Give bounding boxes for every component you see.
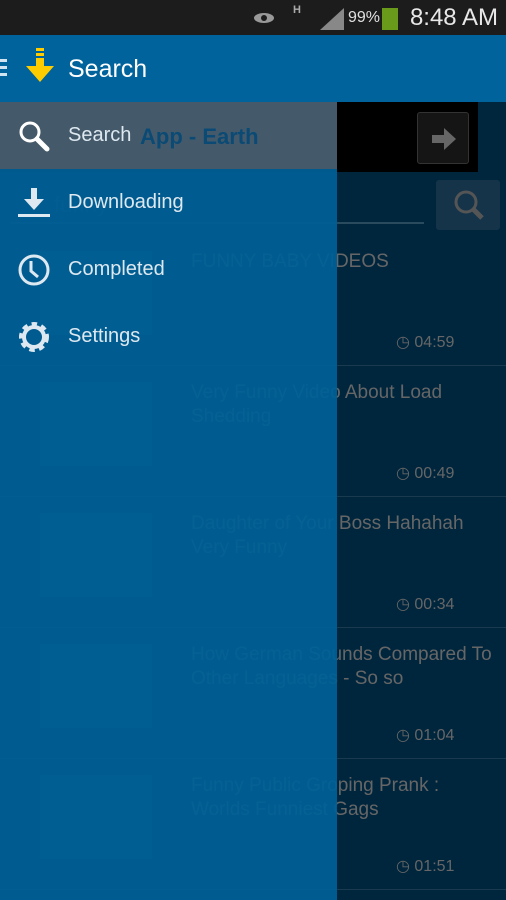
search-icon [454,190,484,220]
arrow-right-icon [432,128,456,150]
drawer-item-settings[interactable]: Settings [0,303,337,370]
go-button[interactable] [417,112,469,164]
video-duration: ◷ 01:51 [396,858,455,875]
navigation-drawer: Search Downloading Completed Settings [0,102,337,900]
video-duration: ◷ 04:59 [396,334,455,351]
app-bar: Search [0,35,506,102]
video-duration: ◷ 01:04 [396,727,455,744]
status-bar: H 99% 8:48 AM [0,0,506,35]
drawer-item-downloading[interactable]: Downloading [0,169,337,236]
drawer-item-search[interactable]: Search [0,102,337,169]
video-duration: ◷ 00:49 [396,465,455,482]
gear-icon [19,322,49,352]
eye-icon [254,13,274,23]
menu-icon[interactable] [0,59,7,77]
search-icon [19,121,50,152]
video-duration: ◷ 00:34 [396,596,455,613]
search-button[interactable] [436,180,500,230]
page-title: Search [68,55,148,83]
signal-icon [320,8,344,30]
clock-icon [18,254,50,286]
clock: 8:48 AM [409,4,498,31]
battery-percent: 99% [348,9,381,26]
network-type: H [293,4,301,16]
app-logo-icon[interactable] [25,48,55,84]
battery-icon [382,8,398,30]
drawer-item-completed[interactable]: Completed [0,236,337,303]
download-icon [18,188,50,217]
